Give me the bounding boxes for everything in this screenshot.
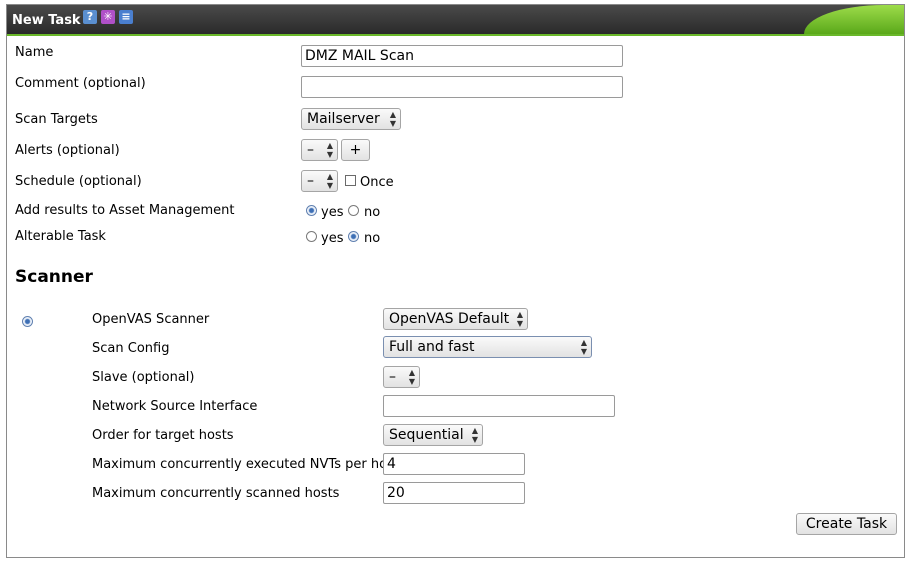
scan-config-select[interactable]: Full and fast ▲ ▼ xyxy=(383,336,592,358)
asset-no-label: no xyxy=(364,205,381,220)
scan-config-label: Scan Config xyxy=(92,341,170,356)
schedule-label: Schedule (optional) xyxy=(15,174,142,189)
help-icon[interactable]: ? xyxy=(83,10,97,24)
slave-label: Slave (optional) xyxy=(92,370,195,385)
alterable-yes-radio[interactable] xyxy=(306,231,317,242)
alerts-label: Alerts (optional) xyxy=(15,143,120,158)
slave-value: – xyxy=(389,369,396,385)
order-target-hosts-value: Sequential xyxy=(389,427,464,443)
header-decoration xyxy=(804,5,904,34)
add-alert-button[interactable]: + xyxy=(341,139,370,161)
wizard-icon[interactable]: ✳ xyxy=(101,10,115,24)
scanner-heading: Scanner xyxy=(15,267,93,287)
asset-management-label: Add results to Asset Management xyxy=(15,203,235,218)
select-arrows-icon: ▲ ▼ xyxy=(580,338,587,356)
openvas-scanner-label: OpenVAS Scanner xyxy=(92,312,210,327)
order-target-hosts-label: Order for target hosts xyxy=(92,428,234,443)
comment-input[interactable] xyxy=(301,76,623,98)
select-arrows-icon: ▲ ▼ xyxy=(326,141,333,159)
slave-select[interactable]: – ▲ ▼ xyxy=(383,366,420,388)
alterable-yes-label: yes xyxy=(321,231,344,246)
new-task-panel: New Task ? ✳ ≡ Name Comment (optional) S… xyxy=(6,4,905,558)
schedule-select[interactable]: – ▲ ▼ xyxy=(301,170,338,192)
order-target-hosts-select[interactable]: Sequential ▲ ▼ xyxy=(383,424,483,446)
network-source-interface-input[interactable] xyxy=(383,395,615,417)
scan-targets-select[interactable]: Mailserver ▲ ▼ xyxy=(301,108,401,130)
max-nvts-label: Maximum concurrently executed NVTs per h… xyxy=(92,457,399,472)
name-input[interactable] xyxy=(301,45,623,67)
openvas-scanner-value: OpenVAS Default xyxy=(389,311,510,327)
alerts-value: – xyxy=(307,142,314,158)
max-hosts-input[interactable] xyxy=(383,482,525,504)
panel-title: New Task xyxy=(12,13,81,28)
max-hosts-label: Maximum concurrently scanned hosts xyxy=(92,486,340,501)
alterable-no-label: no xyxy=(364,231,381,246)
header-underline xyxy=(7,34,904,36)
select-arrows-icon: ▲ ▼ xyxy=(389,110,396,128)
asset-no-radio[interactable] xyxy=(348,205,359,216)
name-label: Name xyxy=(15,45,54,60)
panel-header: New Task ? ✳ ≡ xyxy=(7,5,904,34)
once-checkbox[interactable] xyxy=(345,175,356,186)
comment-label: Comment (optional) xyxy=(15,76,146,91)
openvas-scanner-radio[interactable] xyxy=(22,316,33,327)
max-nvts-input[interactable] xyxy=(383,453,525,475)
alerts-select[interactable]: – ▲ ▼ xyxy=(301,139,338,161)
schedule-value: – xyxy=(307,173,314,189)
scan-targets-label: Scan Targets xyxy=(15,112,98,127)
select-arrows-icon: ▲ ▼ xyxy=(408,368,415,386)
select-arrows-icon: ▲ ▼ xyxy=(516,310,523,328)
alterable-task-label: Alterable Task xyxy=(15,229,106,244)
select-arrows-icon: ▲ ▼ xyxy=(326,172,333,190)
list-icon[interactable]: ≡ xyxy=(119,10,133,24)
once-label: Once xyxy=(360,175,394,190)
scan-targets-value: Mailserver xyxy=(307,111,380,127)
asset-yes-label: yes xyxy=(321,205,344,220)
select-arrows-icon: ▲ ▼ xyxy=(471,426,478,444)
asset-yes-radio[interactable] xyxy=(306,205,317,216)
network-source-interface-label: Network Source Interface xyxy=(92,399,258,414)
openvas-scanner-select[interactable]: OpenVAS Default ▲ ▼ xyxy=(383,308,528,330)
create-task-button[interactable]: Create Task xyxy=(796,513,897,535)
scan-config-value: Full and fast xyxy=(389,339,475,355)
alterable-no-radio[interactable] xyxy=(348,231,359,242)
